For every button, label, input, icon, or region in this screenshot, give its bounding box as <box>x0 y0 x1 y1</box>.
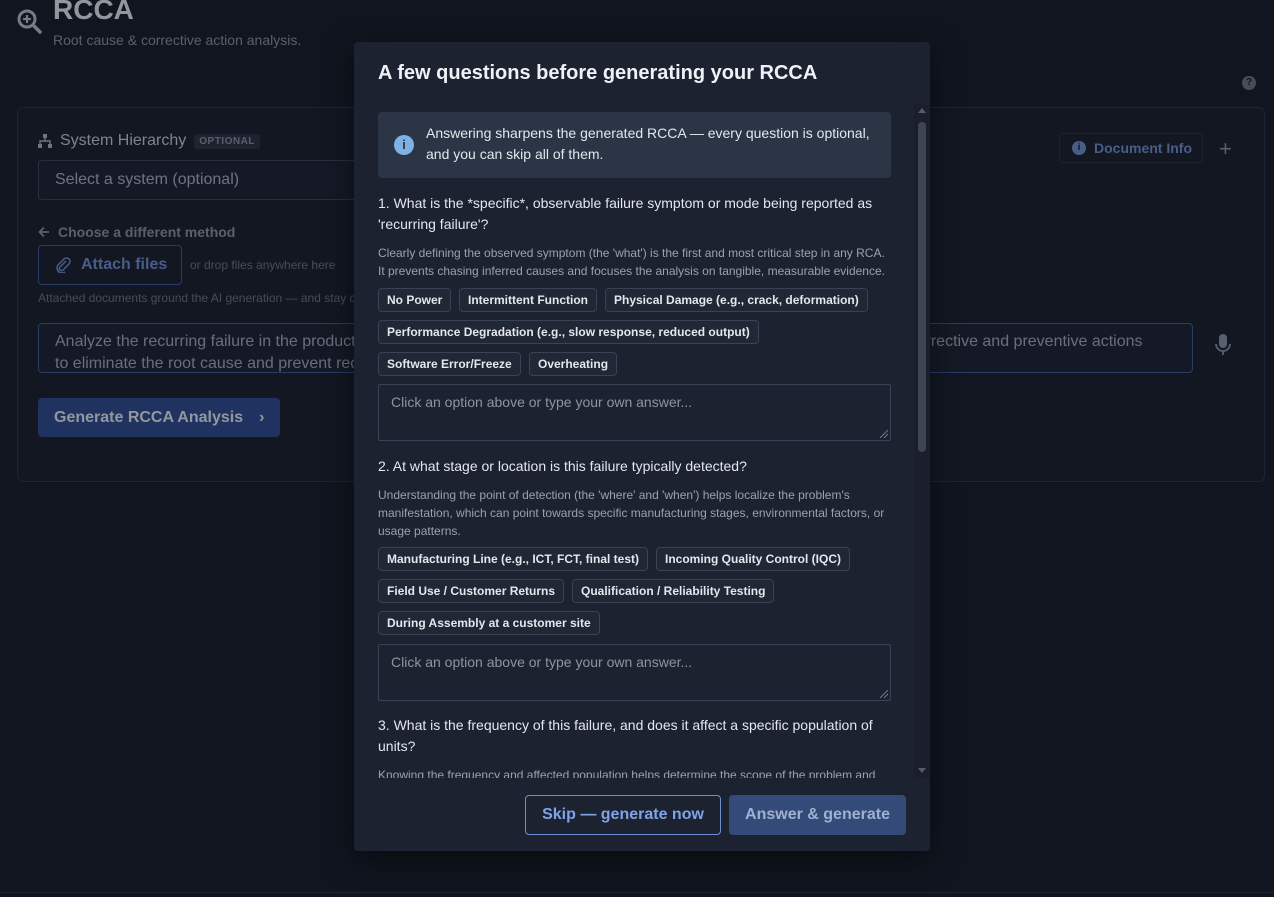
modal-title: A few questions before generating your R… <box>378 62 818 84</box>
scroll-thumb[interactable] <box>918 122 926 452</box>
question-2-title: 2. At what stage or location is this fai… <box>378 458 747 474</box>
option-chip[interactable]: No Power <box>378 288 452 312</box>
resize-grip-icon[interactable] <box>880 690 888 698</box>
skip-generate-button[interactable]: Skip — generate now <box>525 795 721 835</box>
option-chip[interactable]: Performance Degradation (e.g., slow resp… <box>378 320 759 344</box>
option-chip[interactable]: Physical Damage (e.g., crack, deformatio… <box>605 288 868 312</box>
info-circle-icon: i <box>394 135 414 155</box>
option-chip[interactable]: Incoming Quality Control (IQC) <box>656 547 850 571</box>
answer-placeholder: Click an option above or type your own a… <box>391 654 693 670</box>
resize-grip-icon[interactable] <box>880 430 888 438</box>
info-text: Answering sharpens the generated RCCA — … <box>426 125 870 162</box>
option-chip[interactable]: Software Error/Freeze <box>378 352 521 376</box>
option-chip[interactable]: Overheating <box>529 352 618 376</box>
question-2-answer-input[interactable]: Click an option above or type your own a… <box>378 644 891 701</box>
question-1-title: 1. What is the *specific*, observable fa… <box>378 195 873 232</box>
scroll-down-arrow-icon[interactable] <box>918 768 926 773</box>
option-chip[interactable]: During Assembly at a customer site <box>378 611 600 635</box>
answer-generate-button[interactable]: Answer & generate <box>729 795 906 835</box>
info-banner: i Answering sharpens the generated RCCA … <box>378 112 891 178</box>
question-3-title: 3. What is the frequency of this failure… <box>378 717 873 754</box>
questions-modal: A few questions before generating your R… <box>354 42 930 851</box>
scroll-up-arrow-icon[interactable] <box>918 108 926 113</box>
modal-scroll-area[interactable]: i Answering sharpens the generated RCCA … <box>354 104 930 778</box>
question-1-description: Clearly defining the observed symptom (t… <box>378 246 885 278</box>
modal-scrollbar[interactable] <box>914 104 930 778</box>
option-chip[interactable]: Intermittent Function <box>459 288 597 312</box>
option-chip[interactable]: Field Use / Customer Returns <box>378 579 565 603</box>
question-2-description: Understanding the point of detection (th… <box>378 488 885 538</box>
answer-placeholder: Click an option above or type your own a… <box>391 394 693 410</box>
question-3-description: Knowing the frequency and affected popul… <box>378 768 876 778</box>
question-1-answer-input[interactable]: Click an option above or type your own a… <box>378 384 891 441</box>
option-chip[interactable]: Qualification / Reliability Testing <box>572 579 775 603</box>
option-chip[interactable]: Manufacturing Line (e.g., ICT, FCT, fina… <box>378 547 649 571</box>
